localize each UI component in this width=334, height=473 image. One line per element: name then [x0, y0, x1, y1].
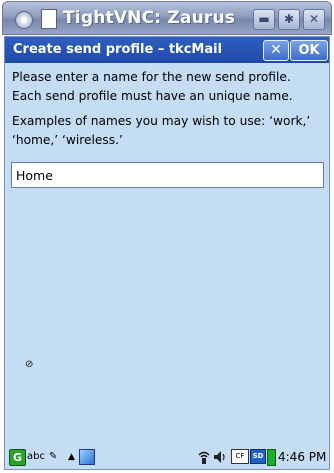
clock[interactable]: 4:46 PM: [278, 449, 328, 465]
input-method-label[interactable]: abc: [27, 449, 49, 465]
battery-icon[interactable]: [267, 449, 276, 466]
screen: TightVNC: Zaurus ▬ ✱ ✕ Create send profi…: [0, 0, 334, 473]
minimize-button[interactable]: ▬: [253, 9, 275, 30]
window-close-button[interactable]: ✕: [303, 9, 325, 30]
maximize-button[interactable]: ✱: [278, 9, 300, 30]
examples-text: Examples of names you may wish to use: ‘…: [12, 114, 311, 147]
wifi-icon[interactable]: [197, 449, 211, 465]
dialog-close-button[interactable]: ✕: [263, 40, 289, 61]
app-window: Create send profile – tkcMail ✕ OK Pleas…: [4, 36, 330, 470]
taskbar: G abc ✎ ▲ CF SD 4:46 PM: [5, 445, 329, 469]
dialog-title: Create send profile – tkcMail: [13, 42, 223, 57]
compact-flash-icon[interactable]: CF: [231, 449, 249, 464]
dialog-titlebar: Create send profile – tkcMail ✕ OK: [5, 37, 329, 63]
document-icon: [41, 9, 57, 29]
vnc-window-title: TightVNC: Zaurus: [63, 8, 236, 28]
instructions-line-1: Please enter a name for the new send pro…: [12, 70, 291, 84]
pen-icon[interactable]: ✎: [49, 449, 63, 465]
vnc-menu-icon[interactable]: [15, 11, 33, 29]
dialog-content: Please enter a name for the new send pro…: [12, 68, 326, 156]
speaker-icon[interactable]: [213, 449, 227, 465]
up-arrow-icon[interactable]: ▲: [68, 449, 78, 465]
start-menu-icon[interactable]: G: [9, 449, 26, 466]
profile-name-input[interactable]: [11, 162, 324, 188]
vnc-window-titlebar[interactable]: TightVNC: Zaurus ▬ ✱ ✕: [2, 1, 332, 35]
sd-card-icon[interactable]: SD: [250, 449, 266, 464]
instructions-line-2: Each send profile must have an unique na…: [12, 89, 293, 103]
app-launcher-icon[interactable]: [79, 449, 95, 465]
mouse-cursor-icon: ⊘: [25, 359, 34, 370]
ok-button[interactable]: OK: [290, 40, 328, 61]
